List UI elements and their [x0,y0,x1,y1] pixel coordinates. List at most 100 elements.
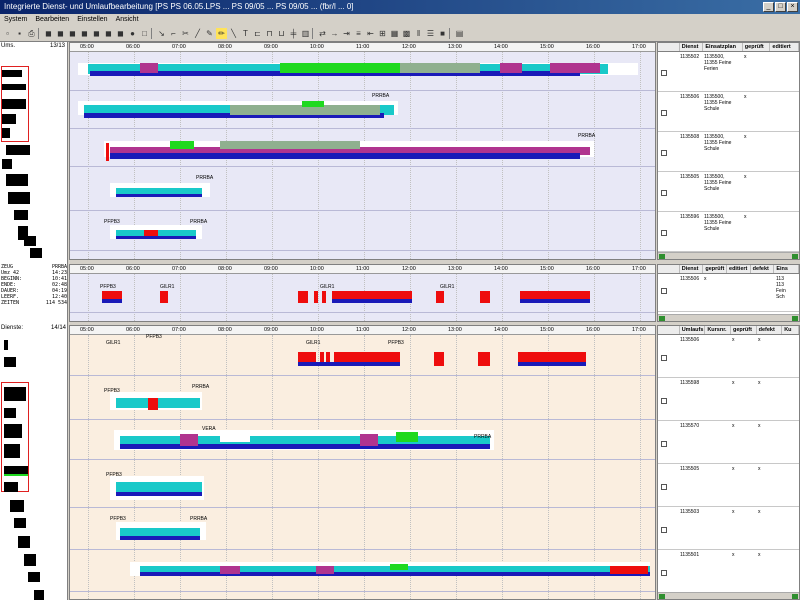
overview-bar[interactable] [2,70,22,77]
dienst-segment[interactable] [298,362,400,366]
brush-icon[interactable]: ╲ [228,28,239,39]
header-defekt[interactable]: defekt [751,265,775,273]
bus-merge-icon[interactable]: ◼ [103,28,114,39]
dienst-segment[interactable] [518,362,586,366]
table-icon[interactable]: ▤ [454,28,465,39]
row-checkbox[interactable] [661,526,667,533]
header-dienst[interactable]: Dienst [680,265,704,273]
frame-icon[interactable]: □ [139,28,150,39]
row-checkbox[interactable] [661,569,667,576]
dienst-segment[interactable] [480,291,490,303]
table-row[interactable]: 1135503 x x [658,507,799,550]
line-icon[interactable]: ╱ [192,28,203,39]
umlauf-bar[interactable] [116,236,196,239]
row-checkbox[interactable] [661,440,667,447]
umlauf-segment[interactable] [220,141,360,149]
menu-system[interactable]: System [4,14,27,26]
overview-bar[interactable] [30,248,42,258]
dienst-segment[interactable] [160,291,168,303]
scroll-left-button[interactable] [659,316,665,321]
umlauf-segment[interactable] [280,63,400,73]
dienst-segment[interactable] [436,291,444,303]
save-icon[interactable]: ▪ [14,28,25,39]
dienst-segment[interactable] [180,434,198,446]
bus-add-icon[interactable]: ◼ [55,28,66,39]
menu-ansicht[interactable]: Ansicht [116,14,139,26]
overview-bar[interactable] [6,174,28,186]
bus-copy-icon[interactable]: ◼ [115,28,126,39]
dienst-segment[interactable] [102,299,122,303]
overview-bar[interactable] [6,145,30,155]
table-row[interactable]: 1135506 x x [658,335,799,378]
forward-icon[interactable]: → [329,28,340,39]
header-defekt[interactable]: defekt [757,326,783,334]
row-checkbox[interactable] [661,70,667,76]
umlauf-segment[interactable] [330,105,380,115]
text-icon[interactable]: T [240,28,251,39]
gap-icon[interactable]: ⊔ [276,28,287,39]
overview-bar[interactable] [2,128,10,138]
scroll-left-button[interactable] [659,594,665,599]
horizontal-scrollbar[interactable] [658,314,799,321]
list-icon[interactable]: ☰ [425,28,436,39]
umlauf-segment[interactable] [170,141,194,149]
overview-bar[interactable] [2,99,26,109]
horizontal-scrollbar[interactable] [658,252,799,259]
header-dienst[interactable]: Dienst [680,43,704,51]
dienst-segment[interactable] [332,299,412,303]
new-icon[interactable]: ▫ [2,28,13,39]
dienst-segment[interactable] [520,299,590,303]
dienst-segment[interactable] [478,352,490,366]
overview-bar[interactable] [28,572,40,582]
dienst-segment[interactable] [322,291,326,303]
shrink-icon[interactable]: ⇤ [365,28,376,39]
header-geprueft[interactable]: geprüft [703,265,728,273]
dienst-segment[interactable] [298,291,308,303]
overview-bar[interactable] [4,387,26,401]
bus-link-icon[interactable]: ◼ [79,28,90,39]
dienst-segment[interactable] [148,398,158,410]
dienst-segment[interactable] [434,352,444,366]
row-checkbox[interactable] [661,230,667,236]
umlauf-segment[interactable] [550,63,600,73]
header-geprueft[interactable]: geprüft [743,43,771,51]
overview-bar[interactable] [34,590,44,600]
overview-bar[interactable] [4,424,22,438]
row-checkbox[interactable] [661,397,667,404]
row-checkbox[interactable] [661,483,667,490]
circle-icon[interactable]: ● [127,28,138,39]
arrow-icon[interactable]: ↘ [156,28,167,39]
scroll-left-button[interactable] [659,254,665,259]
overview-bar[interactable] [14,210,28,220]
umlauf-segment[interactable] [500,63,522,73]
menu-einstellen[interactable]: Einstellen [77,14,107,26]
dienst-bar[interactable] [120,444,490,449]
header-kurs[interactable]: Ku [782,326,799,334]
table-row[interactable]: 1135596 1135500, 11355 Feine Schule x [658,212,799,252]
overview-bar[interactable] [4,482,18,492]
row-checkbox[interactable] [661,190,667,196]
maximize-button[interactable]: □ [775,2,786,12]
bus-remove-icon[interactable]: ◼ [67,28,78,39]
row-checkbox[interactable] [661,288,667,294]
header-editiert[interactable]: editiert [770,43,799,51]
stop-icon[interactable]: ■ [437,28,448,39]
dienst-segment[interactable] [316,566,334,574]
pen-icon[interactable]: ✎ [204,28,215,39]
dienst-segment[interactable] [390,564,408,570]
overview-bar[interactable] [2,84,26,90]
dienst-bar[interactable] [116,398,200,408]
cells-icon[interactable]: ▩ [401,28,412,39]
header-einsatzplan[interactable]: Einsatzplan [703,43,743,51]
umlauf-bar[interactable] [110,153,580,159]
grid-icon[interactable]: ▦ [389,28,400,39]
print-icon[interactable]: ⎙ [26,28,37,39]
scroll-right-button[interactable] [792,254,798,259]
dienst-segment[interactable] [314,291,318,303]
close-button[interactable]: × [787,2,798,12]
highlight-icon[interactable]: ✏ [216,28,227,39]
dienst-segment[interactable] [360,434,378,446]
connect-icon[interactable]: ⊓ [264,28,275,39]
dienst-segment[interactable] [396,432,418,442]
dienst-row[interactable] [70,574,655,599]
